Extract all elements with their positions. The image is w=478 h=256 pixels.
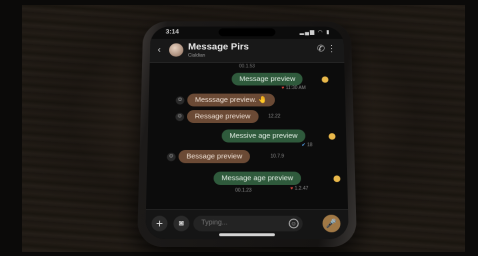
microphone-icon[interactable]: 🎤 [322,215,340,233]
contact-avatar[interactable] [169,43,184,56]
message-composer: + ◙ ☺ 🎤 [145,209,349,239]
message-bubble-incoming[interactable]: Messsage preview. 🤚 [187,94,275,107]
message-timestamp: 12.22 [268,114,280,120]
reaction-emoji-icon[interactable] [322,76,329,82]
message-timestamp: ✔ 18 [302,142,313,148]
emoji-react-icon[interactable]: ☺ [175,113,184,121]
chat-header: ‹ Message Pirs Cialdian ✆ ⋮ [150,39,345,63]
more-options-icon[interactable]: ⋮ [327,44,337,54]
message-timestamp: ♥ 11:30 AM [282,85,306,90]
status-bar: 3:14 ▂▄▆ ◠ ▮ [150,27,343,39]
message-bubble-outgoing[interactable]: Message preview [232,73,303,86]
status-time: 3:14 [166,29,179,35]
phone-screen: 3:14 ▂▄▆ ◠ ▮ ‹ Message Pirs Cialdian ✆ ⋮… [145,27,349,240]
emoji-picker-icon[interactable]: ☺ [289,219,299,229]
reaction-emoji-icon[interactable] [333,175,340,182]
signal-wifi-battery-icon: ▂▄▆ ◠ ▮ [300,29,331,35]
camera-notch [219,28,276,36]
emoji-react-icon[interactable]: ☺ [176,96,185,104]
date-separator: 00.1.53 [150,64,345,69]
phone-call-icon[interactable]: ✆ [317,44,325,54]
smartphone: 3:14 ▂▄▆ ◠ ▮ ‹ Message Pirs Cialdian ✆ ⋮… [137,21,357,247]
message-timestamp: ♥ 1.2.47 [290,186,308,192]
message-bubble-incoming[interactable]: Ressage preview [187,110,258,123]
message-bubble-incoming[interactable]: Bessage preview [178,150,250,163]
add-attachment-icon[interactable]: + [151,216,167,232]
back-arrow-icon[interactable]: ‹ [158,45,161,55]
message-bubble-outgoing[interactable]: Message age preview [214,172,302,185]
camera-icon[interactable]: ◙ [173,216,189,232]
message-bubble-outgoing[interactable]: Messive age preview [222,129,306,142]
contact-name[interactable]: Message Pirs [188,42,249,52]
message-input[interactable] [193,216,303,232]
contact-subtitle: Cialdian [188,53,205,58]
home-indicator [219,233,275,236]
reaction-emoji-icon[interactable] [329,133,336,140]
date-separator: 00.1.23 [235,188,251,194]
emoji-react-icon[interactable]: ☺ [167,153,176,161]
message-timestamp: 10.7.9 [270,154,284,160]
